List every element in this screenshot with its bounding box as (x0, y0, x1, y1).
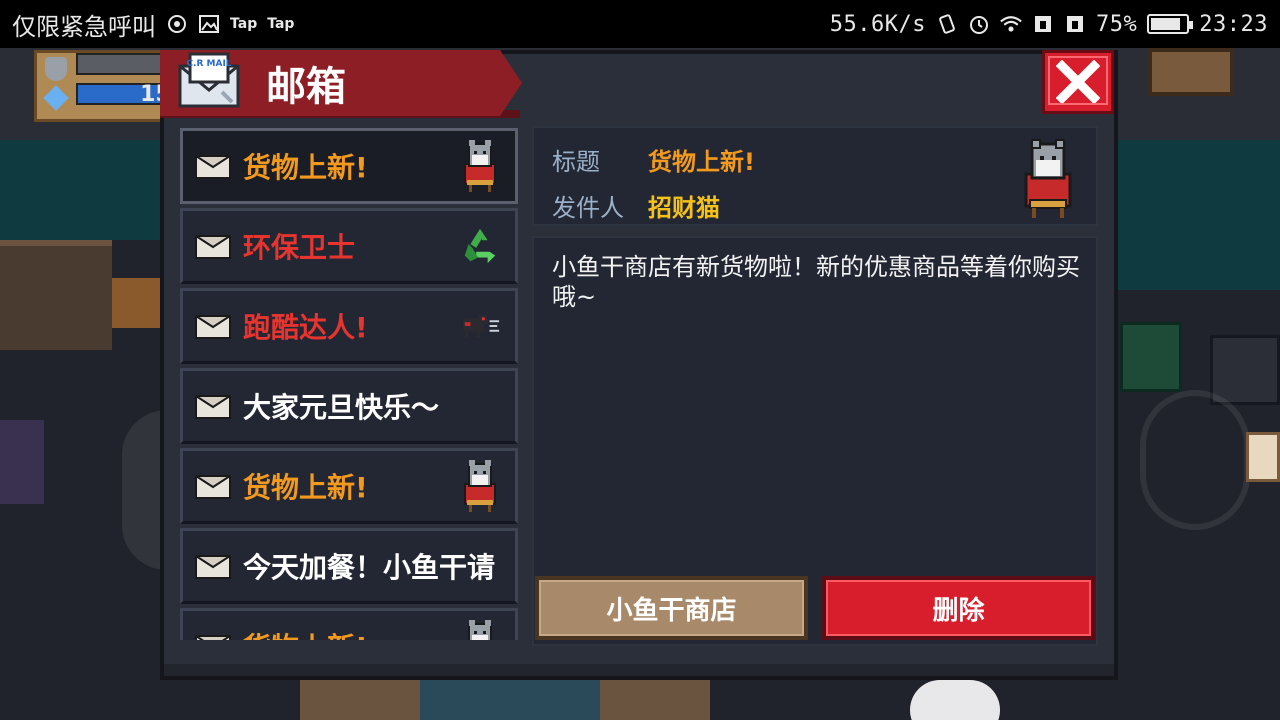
mail-subject: 跑酷达人! (243, 311, 368, 344)
subject-value: 货物上新! (648, 148, 755, 176)
alarm-icon (968, 13, 990, 35)
mail-subject: 货物上新! (243, 471, 368, 504)
mail-list-item[interactable]: 今天加餐！小鱼干请 (180, 528, 518, 604)
right-joystick (1140, 390, 1250, 530)
mail-list-item[interactable]: 货物上新! (180, 608, 518, 640)
tap-notification-2: Tap (267, 16, 295, 32)
battery-percent: 75% (1096, 11, 1138, 37)
pause-crate-icon (1148, 48, 1234, 96)
network-speed: 55.6K/s (829, 11, 927, 37)
running-wolf-icon (459, 300, 501, 352)
cat-merchant-icon (459, 140, 501, 192)
status-bar: 仅限紧急呼叫 Tap Tap 55.6K/s 75% 23:23 (0, 0, 1280, 48)
shield-icon (45, 57, 67, 81)
mail-list-item[interactable]: 环保卫士 (180, 208, 518, 284)
mail-list-item[interactable]: 跑酷达人! (180, 288, 518, 364)
mail-list[interactable]: 货物上新!环保卫士跑酷达人!大家元旦快乐～货物上新!今天加餐！小鱼干请货物上新! (180, 128, 520, 640)
cat-merchant-icon (459, 460, 501, 512)
recycle-icon (459, 220, 501, 272)
sender-label: 发件人 (552, 194, 624, 222)
vibrate-icon (936, 13, 958, 35)
envelope-icon (192, 393, 234, 419)
envelope-icon (192, 313, 234, 339)
game-screen: 4 154 仅限紧急呼叫 Tap Tap 55.6K/s (0, 0, 1280, 720)
mail-detail-header: 标题 货物上新! 发件人 招财猫 (532, 126, 1098, 226)
sender-avatar-cat-icon (1022, 138, 1074, 222)
hotspot-icon (166, 13, 188, 35)
mail-envelope-icon: C.R MAIL (178, 52, 242, 108)
close-button[interactable] (1042, 50, 1114, 114)
page-title: 邮箱 (266, 64, 346, 110)
subject-label: 标题 (552, 148, 600, 176)
mail-subject: 货物上新! (243, 151, 368, 184)
mail-subject: 大家元旦快乐～ (243, 391, 440, 424)
battery-icon (1147, 14, 1194, 34)
envelope-icon (192, 153, 234, 179)
envelope-icon (192, 473, 234, 499)
energy-icon (43, 85, 69, 111)
envelope-icon (192, 233, 234, 259)
tap-notification-1: Tap (230, 16, 258, 32)
mail-subject: 今天加餐！小鱼干请 (243, 551, 496, 584)
mail-subject: 货物上新! (243, 626, 368, 640)
cat-merchant-icon (459, 620, 501, 640)
mail-list-item[interactable]: 大家元旦快乐～ (180, 368, 518, 444)
sim1-signal-icon (1032, 13, 1054, 35)
fish-shop-button[interactable]: 小鱼干商店 (535, 576, 808, 640)
mail-subject: 环保卫士 (243, 231, 356, 264)
clock: 23:23 (1199, 11, 1268, 37)
wifi-icon (1000, 13, 1022, 35)
mail-list-item[interactable]: 货物上新! (180, 448, 518, 524)
close-icon (1056, 60, 1100, 104)
mail-body-text: 小鱼干商店有新货物啦！新的优惠商品等着你购买哦~ (552, 253, 1080, 311)
emergency-call-text: 仅限紧急呼叫 (12, 12, 156, 41)
delete-button[interactable]: 删除 (822, 576, 1095, 640)
envelope-icon (192, 633, 234, 640)
image-icon (198, 13, 220, 35)
envelope-badge: C.R MAIL (186, 59, 231, 69)
sender-value: 招财猫 (648, 194, 720, 222)
envelope-icon (192, 553, 234, 579)
mail-list-item[interactable]: 货物上新! (180, 128, 518, 204)
sim2-signal-icon (1064, 13, 1086, 35)
